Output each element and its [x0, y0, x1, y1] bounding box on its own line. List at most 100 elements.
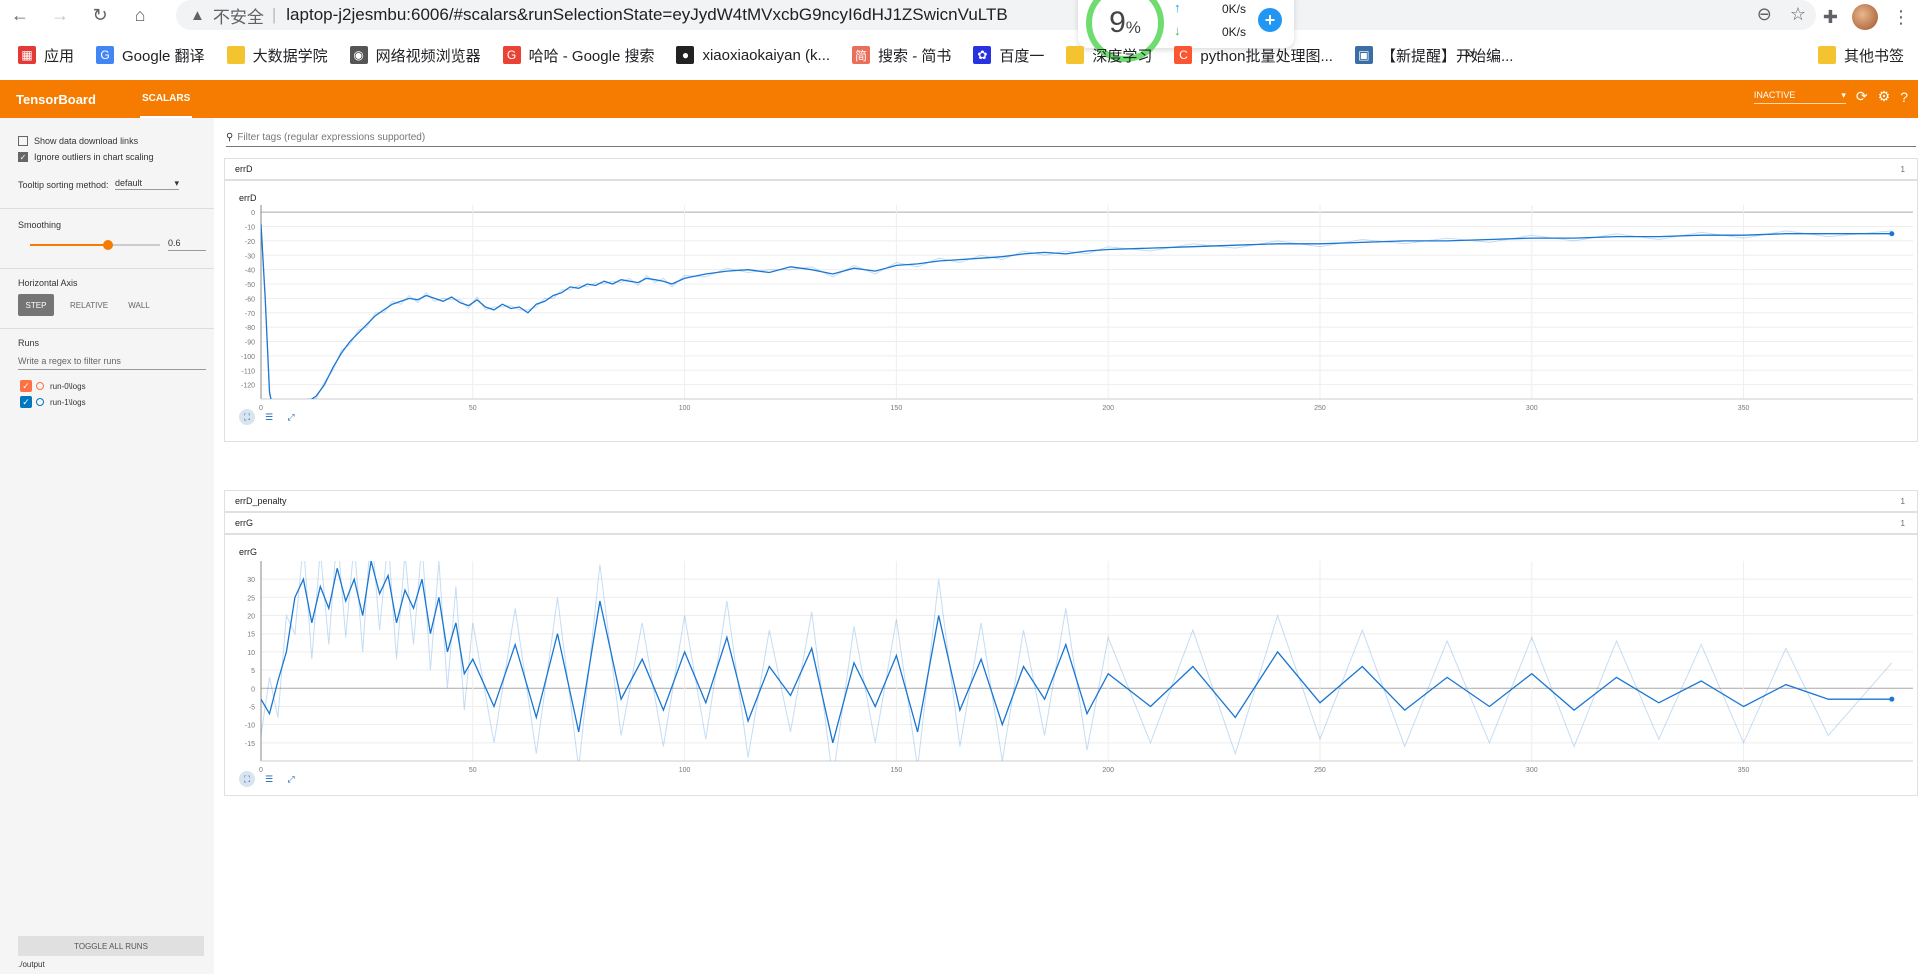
bookmarks-more-icon[interactable]: »	[1465, 45, 1474, 63]
y-tick-label: 0	[251, 210, 255, 217]
smoothing-slider-thumb[interactable]	[103, 240, 113, 250]
x-tick-label: 300	[1526, 767, 1538, 774]
extensions-icon[interactable]: ✚	[1823, 7, 1838, 28]
globe-icon: ◉	[349, 46, 368, 64]
y-tick-label: -120	[241, 383, 255, 390]
x-tick-label: 200	[1102, 405, 1114, 412]
help-icon[interactable]: ?	[1900, 89, 1908, 105]
checkbox-checked-icon[interactable]: ✓	[20, 380, 32, 392]
bookmark-item[interactable]: Cpython批量处理图...	[1174, 45, 1333, 66]
bookmark-label: xiaoxiaokaiyan (k...	[702, 46, 831, 64]
address-bar[interactable]: ▲ 不安全 | laptop-j2jesmbu:6006/#scalars&ru…	[176, 0, 1816, 30]
expand-icon[interactable]: ⤢	[283, 409, 299, 425]
tooltip-sorting-select[interactable]: default ▾	[115, 178, 179, 190]
menu-icon[interactable]: ⋮	[1892, 7, 1910, 28]
forward-icon[interactable]: →	[40, 0, 80, 30]
add-icon[interactable]: +	[1258, 8, 1282, 32]
bookmark-item[interactable]: ● xiaoxiaokaiyan (k...	[676, 46, 830, 64]
bookmark-item[interactable]: G Google 翻译	[96, 45, 205, 66]
data-list-icon[interactable]: ☰	[261, 409, 277, 425]
y-tick-label: -20	[245, 239, 255, 246]
bookmark-item[interactable]: 大数据学院	[226, 45, 328, 66]
home-icon[interactable]: ⌂	[120, 0, 160, 30]
x-tick-label: 100	[679, 767, 691, 774]
bookmark-item[interactable]: 深度学习	[1066, 45, 1152, 66]
search-icon: ⚲	[226, 132, 234, 143]
x-tick-label: 250	[1314, 767, 1326, 774]
chart-errD[interactable]: 0 -10 -20 -30 -40 -50 -60 -70 -80 -90 -100 -110 -120…	[225, 181, 1918, 443]
app-title: TensorBoard	[16, 91, 96, 107]
bookmark-item[interactable]: ▣ 【新提醒】开始编...	[1354, 45, 1513, 66]
section-header-errD[interactable]: errD 1	[224, 158, 1918, 180]
toggle-all-runs-button[interactable]: TOGGLE ALL RUNS	[18, 936, 204, 956]
x-tick-label: 350	[1738, 405, 1750, 412]
bookmark-item[interactable]: ✿ 百度一	[973, 45, 1044, 66]
checkbox-icon	[18, 136, 28, 146]
refresh-icon[interactable]: ⟳	[1856, 88, 1868, 105]
y-tick-label: 20	[247, 614, 255, 621]
back-icon[interactable]: ←	[0, 0, 40, 30]
tab-scalars[interactable]: SCALARS	[139, 80, 193, 118]
zoom-icon[interactable]: ⊖	[1757, 4, 1772, 25]
bookmark-label: python批量处理图...	[1200, 47, 1333, 65]
expand-icon[interactable]: ⤢	[283, 771, 299, 787]
checkbox-checked-icon: ✓	[18, 152, 28, 162]
x-tick-label: 50	[469, 767, 477, 774]
bookmark-item[interactable]: G 哈哈 - Google 搜索	[502, 45, 654, 66]
axis-step-button[interactable]: STEP	[18, 294, 54, 316]
section-header-errD-penalty[interactable]: errD_penalty 1	[224, 490, 1918, 512]
csdn-icon: C	[1174, 46, 1193, 64]
axis-wall-button[interactable]: WALL	[120, 294, 158, 316]
show-download-label: Show data download links	[34, 136, 139, 146]
run-name: run-1\logs	[50, 397, 86, 407]
bookmark-item[interactable]: ◉ 网络视频浏览器	[349, 45, 481, 66]
fit-domain-icon[interactable]: ⛶	[239, 409, 255, 425]
ignore-outliers-label: Ignore outliers in chart scaling	[34, 152, 154, 162]
smoothing-slider[interactable]	[30, 240, 160, 250]
data-list-icon[interactable]: ☰	[261, 771, 277, 787]
bookmark-star-icon[interactable]: ☆	[1790, 4, 1806, 25]
url-text: laptop-j2jesmbu:6006/#scalars&runSelecti…	[286, 5, 1008, 24]
bookmark-item[interactable]: 简搜索 - 简书	[852, 45, 951, 66]
section-header-errG[interactable]: errG 1	[224, 512, 1918, 534]
x-tick-label: 150	[891, 767, 903, 774]
other-bookmarks[interactable]: 其他书签	[1817, 38, 1904, 72]
y-tick-label: -10	[245, 723, 255, 730]
x-tick-label: 350	[1738, 767, 1750, 774]
smoothing-slider-fill	[30, 244, 108, 246]
settings-gear-icon[interactable]: ⚙	[1878, 88, 1891, 105]
insecure-label: 不安全	[212, 7, 264, 27]
chart-tools: ⛶ ☰ ⤢	[239, 409, 299, 425]
series-end-point	[1889, 696, 1895, 702]
axis-relative-button[interactable]: RELATIVE	[64, 294, 114, 316]
header-actions: INACTIVE ▾ ⟳ ⚙ ?	[1753, 88, 1908, 105]
divider	[0, 208, 214, 209]
checkbox-checked-icon[interactable]: ✓	[20, 396, 32, 408]
avatar[interactable]	[1852, 4, 1878, 30]
fit-domain-icon[interactable]: ⛶	[239, 771, 255, 787]
show-download-checkbox[interactable]: Show data download links	[18, 136, 138, 146]
address-actions: ⊖ ☆	[1757, 4, 1806, 25]
bookmark-item[interactable]: ▦ 应用	[18, 45, 74, 66]
chart-errG[interactable]: 302520151050-5-10-150 50 100 150 200 250 300 35…	[225, 535, 1918, 797]
reload-icon[interactable]: ↻	[80, 0, 120, 30]
bookmark-label: Google 翻译	[122, 47, 205, 65]
y-tick-label: -110	[242, 368, 256, 375]
smoothing-input[interactable]: 0.6	[168, 238, 206, 251]
run-row-0[interactable]: ✓ run-0\logs	[20, 380, 86, 392]
extensions-area: ✚ ⋮	[1823, 4, 1910, 30]
section-count: 1	[1900, 518, 1905, 528]
run-row-1[interactable]: ✓ run-1\logs	[20, 396, 86, 408]
y-tick-label: -50	[245, 282, 255, 289]
plugin-select[interactable]: INACTIVE ▾	[1753, 90, 1846, 104]
ignore-outliers-checkbox[interactable]: ✓ Ignore outliers in chart scaling	[18, 152, 154, 162]
x-tick-label: 250	[1314, 405, 1326, 412]
series-line	[261, 223, 1892, 399]
runs-filter-input[interactable]: Write a regex to filter runs	[18, 356, 206, 370]
upload-arrow-icon: ↑	[1174, 0, 1181, 15]
jianshu-icon: 简	[852, 46, 871, 64]
y-tick-label: -15	[245, 741, 255, 748]
filter-tags-input[interactable]: ⚲ Filter tags (regular expressions suppo…	[226, 132, 1916, 147]
browser-toolbar: ← → ↻ ⌂ ▲ 不安全 | laptop-j2jesmbu:6006/#sc…	[0, 0, 1918, 30]
filter-tags-placeholder: Filter tags (regular expressions support…	[237, 132, 426, 143]
